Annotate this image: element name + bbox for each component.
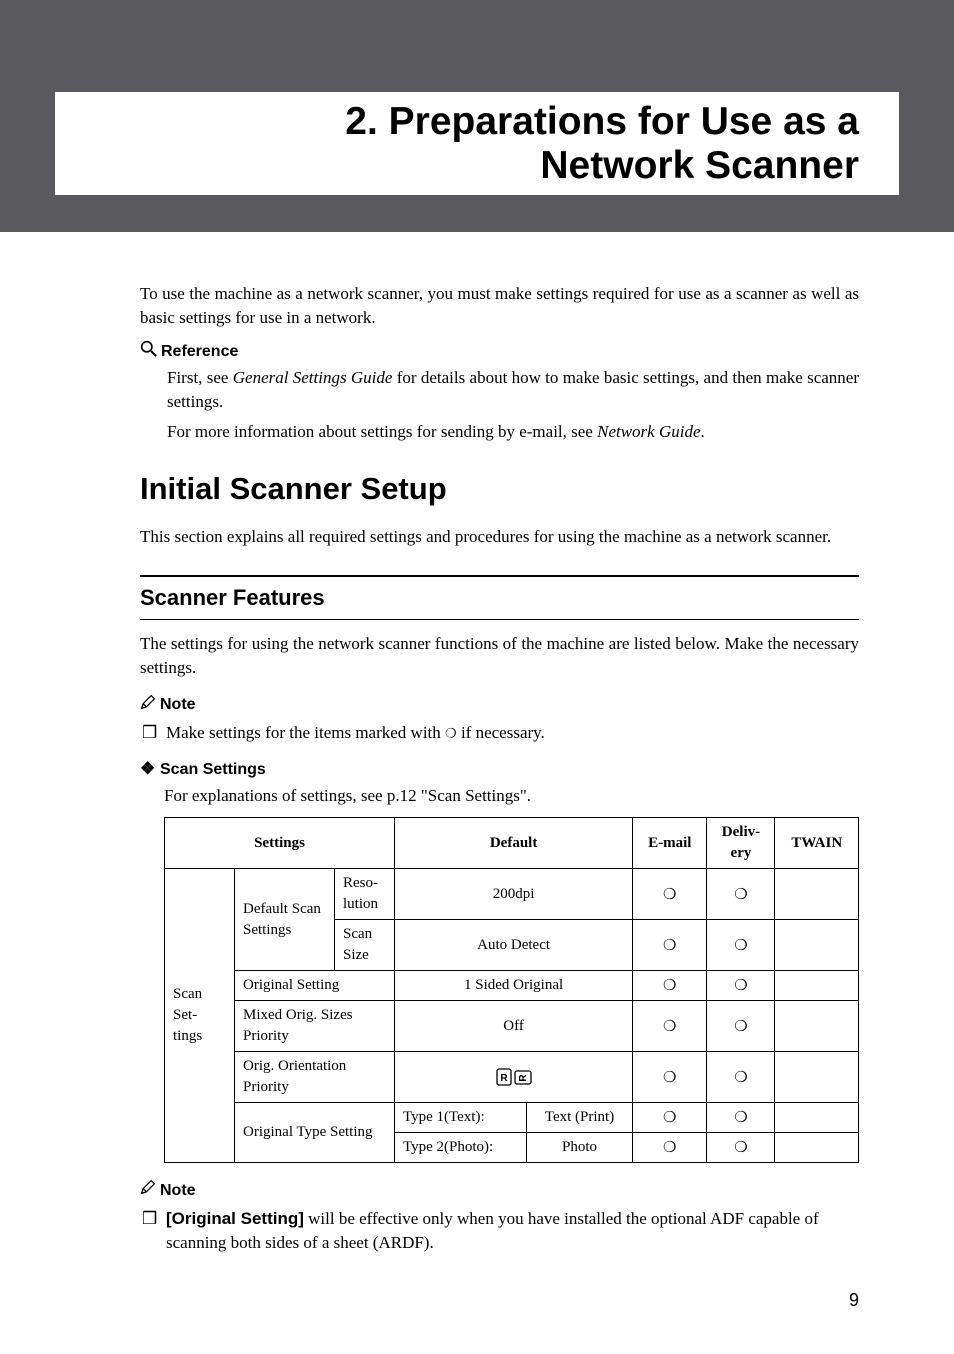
th-settings: Settings	[165, 818, 395, 869]
note-heading-1: Note	[140, 694, 859, 717]
cell-empty	[775, 1103, 859, 1133]
table-row: Scan Set-tings Default Scan Settings Res…	[165, 869, 859, 920]
cell-mark: ❍	[707, 1052, 775, 1103]
h3-body-text: The settings for using the network scann…	[140, 632, 859, 680]
table-row: Orig. Orientation Priority R R ❍ ❍	[165, 1052, 859, 1103]
cell-mixed-orig-default: Off	[395, 1001, 633, 1052]
scan-settings-label: Scan Settings	[160, 759, 266, 781]
cell-default-scan-settings: Default Scan Settings	[235, 869, 335, 971]
cell-mark: ❍	[707, 1001, 775, 1052]
table-row: Original Type Setting Type 1(Text): Text…	[165, 1103, 859, 1133]
cell-resolution: Reso-lution	[335, 869, 395, 920]
svg-text:R: R	[500, 1073, 508, 1084]
magnifier-icon	[140, 340, 157, 364]
reference-label: Reference	[161, 341, 238, 363]
cell-mark: ❍	[707, 971, 775, 1001]
square-bullet-icon: ❒	[142, 721, 166, 745]
chapter-title-line-1: 2. Preparations for Use as a	[345, 100, 859, 143]
cell-type1-val: Text (Print)	[526, 1103, 632, 1133]
cell-mark: ❍	[707, 1103, 775, 1133]
reference-body: First, see General Settings Guide for de…	[140, 366, 859, 443]
note-label-1: Note	[160, 694, 196, 716]
square-bullet-icon: ❒	[142, 1207, 166, 1255]
cell-mark: ❍	[633, 869, 707, 920]
note-body-1: ❒ Make settings for the items marked wit…	[140, 721, 859, 745]
cell-orig-orientation-default: R R	[395, 1052, 633, 1103]
cell-mark: ❍	[707, 920, 775, 971]
section-heading-initial-scanner-setup: Initial Scanner Setup	[140, 467, 859, 510]
page-number: 9	[0, 1288, 954, 1313]
cell-mark: ❍	[633, 920, 707, 971]
h2-body-text: This section explains all required setti…	[140, 525, 859, 549]
th-email: E-mail	[633, 818, 707, 869]
table-row: Original Setting 1 Sided Original ❍ ❍	[165, 971, 859, 1001]
reference-heading: Reference	[140, 340, 859, 364]
cell-empty	[775, 1133, 859, 1163]
cell-scan-size: Scan Size	[335, 920, 395, 971]
pencil-icon	[140, 694, 156, 717]
cell-empty	[775, 1001, 859, 1052]
th-delivery: Deliv-ery	[707, 818, 775, 869]
cell-orig-orientation: Orig. Orientation Priority	[235, 1052, 395, 1103]
chapter-header-bar: 2. Preparations for Use as a Network Sca…	[0, 0, 954, 232]
scan-settings-heading: ❖ Scan Settings	[140, 757, 859, 781]
th-default: Default	[395, 818, 633, 869]
cell-empty	[775, 971, 859, 1001]
cell-mark: ❍	[707, 1133, 775, 1163]
note-2-text: [Original Setting] will be effective onl…	[166, 1207, 859, 1255]
intro-text: To use the machine as a network scanner,…	[140, 282, 859, 330]
subsection-heading-scanner-features: Scanner Features	[140, 575, 859, 621]
cell-original-setting: Original Setting	[235, 971, 395, 1001]
cell-mark: ❍	[633, 1133, 707, 1163]
cell-original-type: Original Type Setting	[235, 1103, 395, 1163]
cell-scan-settings: Scan Set-tings	[165, 869, 235, 1163]
cell-mark: ❍	[633, 1103, 707, 1133]
note-body-2: ❒ [Original Setting] will be effective o…	[140, 1207, 859, 1255]
reference-p1: First, see General Settings Guide for de…	[167, 366, 859, 414]
cell-mark: ❍	[633, 971, 707, 1001]
cell-mark: ❍	[633, 1052, 707, 1103]
cell-type2-val: Photo	[526, 1133, 632, 1163]
reference-p2: For more information about settings for …	[167, 420, 859, 444]
pencil-icon	[140, 1179, 156, 1202]
cell-empty	[775, 869, 859, 920]
chapter-title-box: 2. Preparations for Use as a Network Sca…	[55, 92, 899, 195]
scan-settings-table: Settings Default E-mail Deliv-ery TWAIN …	[164, 817, 859, 1163]
note-1-text: Make settings for the items marked with …	[166, 721, 545, 745]
note-label-2: Note	[160, 1180, 196, 1202]
cell-resolution-default: 200dpi	[395, 869, 633, 920]
cell-mixed-orig: Mixed Orig. Sizes Priority	[235, 1001, 395, 1052]
chapter-title: 2. Preparations for Use as a Network Sca…	[65, 100, 859, 187]
svg-text:R: R	[518, 1074, 529, 1082]
th-twain: TWAIN	[775, 818, 859, 869]
orientation-icons-icon: R R	[496, 1068, 532, 1086]
cell-mark: ❍	[633, 1001, 707, 1052]
cell-original-setting-default: 1 Sided Original	[395, 971, 633, 1001]
cell-empty	[775, 1052, 859, 1103]
cell-mark: ❍	[707, 869, 775, 920]
cell-type1-label: Type 1(Text):	[395, 1103, 527, 1133]
note-heading-2: Note	[140, 1179, 859, 1202]
scan-settings-body: For explanations of settings, see p.12 "…	[140, 784, 859, 808]
diamond-icon: ❖	[140, 757, 160, 781]
cell-scan-size-default: Auto Detect	[395, 920, 633, 971]
table-row: Mixed Orig. Sizes Priority Off ❍ ❍	[165, 1001, 859, 1052]
chapter-title-line-2: Network Scanner	[540, 144, 859, 187]
cell-type2-label: Type 2(Photo):	[395, 1133, 527, 1163]
cell-empty	[775, 920, 859, 971]
